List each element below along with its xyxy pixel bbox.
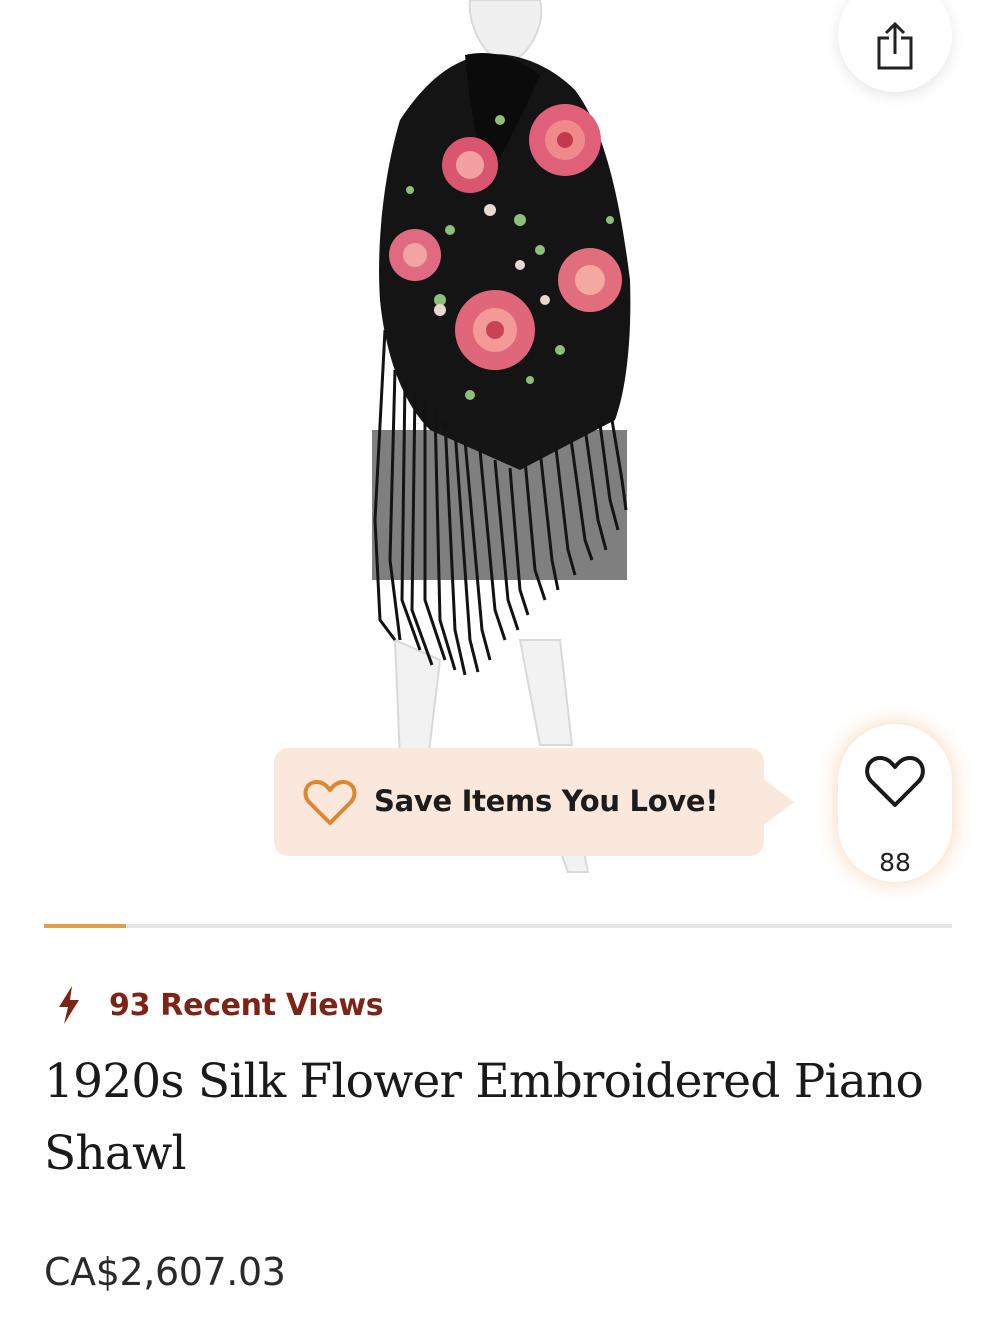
recent-views-text: 93 Recent Views — [109, 987, 384, 1023]
heart-outline-icon — [303, 780, 357, 825]
product-hero: Save Items You Love! 88 — [0, 0, 997, 905]
favorite-count: 88 — [879, 848, 911, 877]
favorite-button[interactable]: 88 — [838, 724, 952, 882]
product-title: 1920s Silk Flower Embroidered Piano Shaw… — [44, 1054, 924, 1181]
heart-icon — [865, 756, 925, 807]
save-items-tooltip[interactable]: Save Items You Love! — [274, 748, 794, 856]
lightning-bolt-icon — [59, 986, 79, 1024]
product-price: CA$2,607.03 — [44, 1250, 286, 1294]
recent-views: 93 Recent Views — [56, 985, 384, 1025]
image-carousel-progress — [44, 924, 126, 928]
image-carousel-track[interactable] — [44, 924, 952, 928]
tooltip-text: Save Items You Love! — [374, 784, 719, 818]
share-icon — [877, 21, 913, 70]
